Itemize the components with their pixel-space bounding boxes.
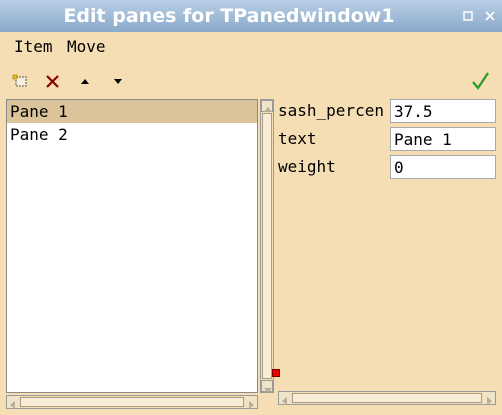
scroll-left-icon[interactable]: [279, 392, 291, 405]
close-icon[interactable]: [483, 9, 497, 23]
window-title: Edit panes for TPanedwindow1: [63, 5, 395, 27]
restore-icon[interactable]: [461, 9, 475, 23]
pane-list-vertical-scrollbar[interactable]: [260, 99, 274, 393]
properties-horizontal-scrollbar[interactable]: [278, 391, 496, 405]
list-item[interactable]: Pane 2: [7, 123, 257, 146]
property-label-sash-percent: sash_percen: [278, 101, 384, 120]
scroll-up-icon[interactable]: [261, 100, 273, 112]
add-item-icon[interactable]: [11, 68, 33, 94]
property-label-text: text: [278, 129, 317, 148]
scroll-down-icon[interactable]: [261, 380, 273, 393]
scroll-right-icon[interactable]: [245, 396, 257, 409]
sash-handle[interactable]: [272, 369, 280, 377]
menu-item-move[interactable]: Move: [67, 37, 106, 56]
delete-icon[interactable]: [42, 68, 64, 94]
confirm-check-icon[interactable]: [469, 68, 491, 94]
pane-list[interactable]: Pane 1 Pane 2: [6, 99, 258, 393]
move-up-icon[interactable]: [74, 68, 96, 94]
toolbar: [0, 68, 502, 94]
scrollbar-corner: [260, 395, 274, 409]
menu-item-item[interactable]: Item: [14, 37, 53, 56]
scroll-thumb[interactable]: [20, 397, 244, 407]
scroll-right-icon[interactable]: [483, 392, 495, 405]
menu-bar: Item Move: [0, 34, 502, 60]
scroll-thumb[interactable]: [262, 113, 272, 379]
sash-percent-field[interactable]: [390, 99, 496, 123]
property-label-weight: weight: [278, 157, 336, 176]
scroll-thumb[interactable]: [292, 393, 482, 403]
move-down-icon[interactable]: [107, 68, 129, 94]
scroll-left-icon[interactable]: [7, 396, 19, 409]
pane-list-horizontal-scrollbar[interactable]: [6, 395, 258, 409]
list-item[interactable]: Pane 1: [7, 100, 257, 123]
title-bar: Edit panes for TPanedwindow1: [0, 0, 502, 32]
text-field[interactable]: [390, 127, 496, 151]
weight-field[interactable]: [390, 155, 496, 179]
